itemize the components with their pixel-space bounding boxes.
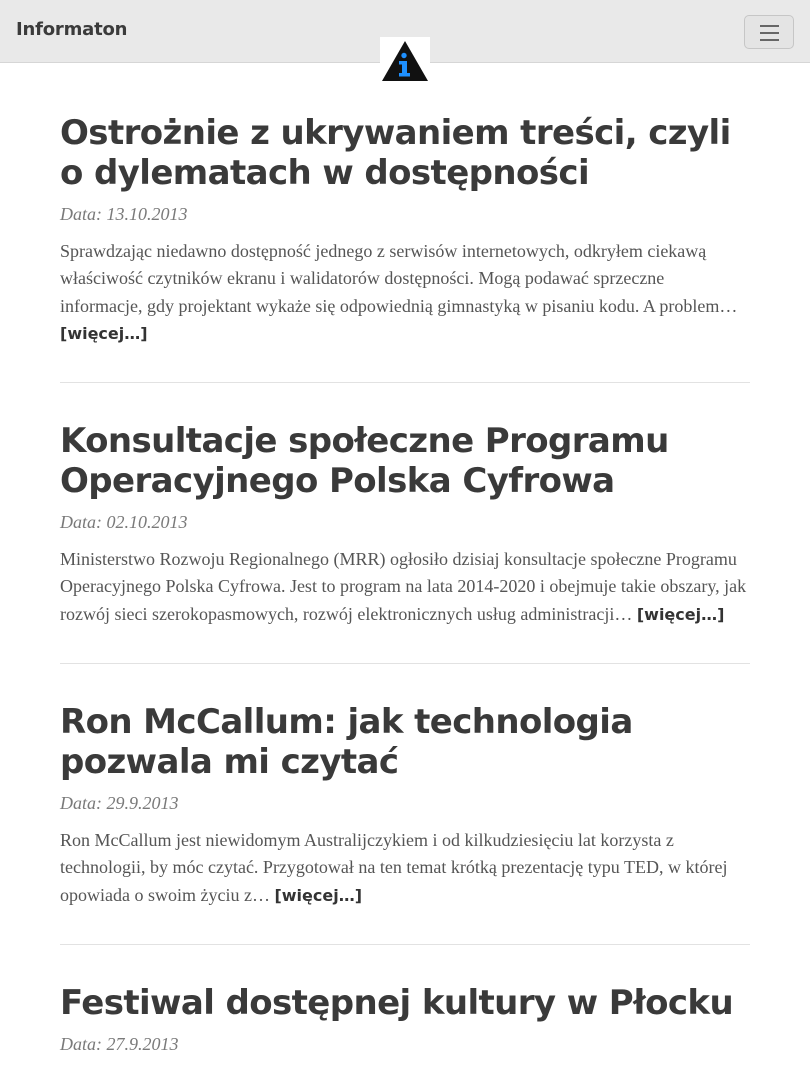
post-item: Ron McCallum: jak technologia pozwala mi… bbox=[60, 702, 750, 945]
post-excerpt: Ron McCallum jest niewidomym Australijcz… bbox=[60, 827, 750, 944]
post-title: Festiwal dostępnej kultury w Płocku bbox=[60, 983, 750, 1023]
post-title-link[interactable]: Festiwal dostępnej kultury w Płocku bbox=[60, 983, 734, 1023]
hamburger-menu-icon-bar bbox=[760, 32, 779, 34]
read-more-link[interactable]: [więcej…] bbox=[637, 605, 725, 624]
hamburger-menu-icon bbox=[760, 25, 779, 27]
post-separator-space bbox=[60, 383, 750, 421]
post-excerpt: Ministerstwo Rozwoju Regionalnego (MRR) … bbox=[60, 546, 750, 663]
post-date: Data: 29.9.2013 bbox=[60, 793, 179, 814]
post-title: Konsultacje społeczne Programu Operacyjn… bbox=[60, 421, 750, 501]
post-date: Data: 13.10.2013 bbox=[60, 204, 188, 224]
menu-toggle-button[interactable] bbox=[744, 15, 794, 49]
post-title-link[interactable]: Ostrożnie z ukrywaniem treści, czyli o d… bbox=[60, 113, 731, 193]
post-item: Ostrożnie z ukrywaniem treści, czyli o d… bbox=[60, 113, 750, 384]
post-list: Ostrożnie z ukrywaniem treści, czyli o d… bbox=[60, 113, 750, 1055]
post-item: Konsultacje społeczne Programu Operacyjn… bbox=[60, 421, 750, 665]
post-excerpt-text: Sprawdzając niedawno dostępność jednego … bbox=[60, 241, 738, 316]
post-separator-space bbox=[60, 664, 750, 702]
post-date: Data: 02.10.2013 bbox=[60, 512, 188, 533]
read-more-link[interactable]: [więcej…] bbox=[274, 886, 362, 905]
hamburger-menu-icon-bar bbox=[760, 39, 779, 41]
post-title: Ostrożnie z ukrywaniem treści, czyli o d… bbox=[60, 113, 750, 193]
info-triangle-logo[interactable] bbox=[380, 37, 430, 83]
brand-link[interactable]: Informaton bbox=[16, 19, 127, 40]
post-title: Ron McCallum: jak technologia pozwala mi… bbox=[60, 702, 750, 782]
post-excerpt-text: Ron McCallum jest niewidomym Australijcz… bbox=[60, 830, 728, 905]
read-more-link[interactable]: [więcej…] bbox=[60, 324, 148, 343]
post-excerpt: Sprawdzając niedawno dostępność jednego … bbox=[60, 238, 750, 382]
post-title-link[interactable]: Konsultacje społeczne Programu Operacyjn… bbox=[60, 421, 669, 501]
post-separator-space bbox=[60, 945, 750, 983]
post-item: Festiwal dostępnej kultury w Płocku Data… bbox=[60, 983, 750, 1055]
post-date: Data: 27.9.2013 bbox=[60, 1033, 179, 1054]
post-title-link[interactable]: Ron McCallum: jak technologia pozwala mi… bbox=[60, 702, 633, 782]
